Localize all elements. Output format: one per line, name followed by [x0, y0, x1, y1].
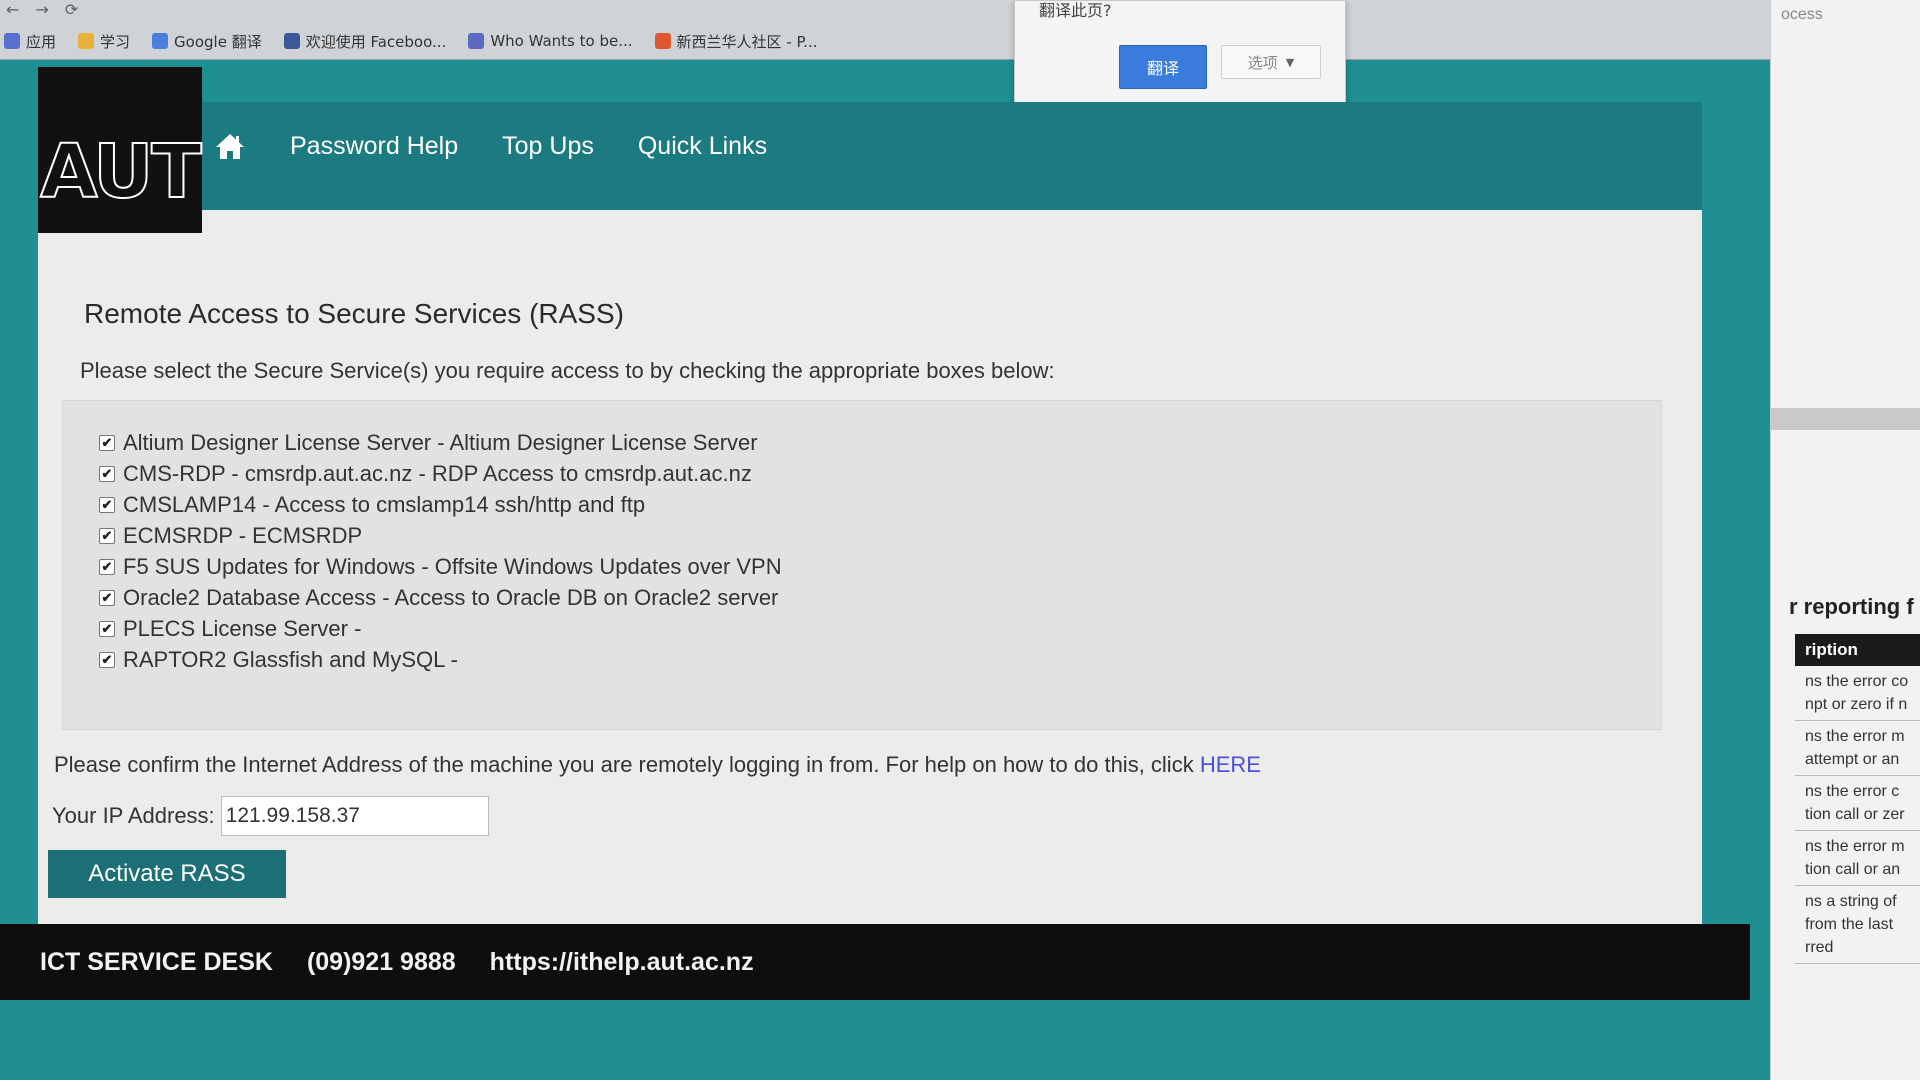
service-item: ✔ PLECS License Server - [99, 613, 782, 644]
side-top-text: ocess [1781, 6, 1823, 23]
service-checkbox[interactable]: ✔ [99, 620, 115, 637]
footer-service-desk: ICT SERVICE DESK [40, 947, 273, 976]
service-label: PLECS License Server - [123, 615, 362, 641]
service-label: F5 SUS Updates for Windows - Offsite Win… [123, 553, 782, 579]
translate-question: 翻译此页? [1039, 1, 1112, 20]
side-row-line: npt or zero if n [1805, 696, 1908, 713]
footer-url[interactable]: https://ithelp.aut.ac.nz [490, 948, 754, 977]
activate-rass-button[interactable]: Activate RASS [48, 850, 286, 898]
bookmark-label: 新西兰华人社区 - P... [676, 32, 818, 51]
confirm-text-body: Please confirm the Internet Address of t… [54, 752, 1200, 777]
side-row-line: tion call or zer [1805, 806, 1905, 823]
service-label: ECMSRDP - ECMSRDP [123, 522, 363, 548]
page-title: Remote Access to Secure Services (RASS) [84, 298, 624, 329]
service-item: ✔ CMSLAMP14 - Access to cmslamp14 ssh/htt… [99, 489, 782, 520]
browser-chrome: ← → ⟳ 应用 学习 Google 翻译 欢迎使用 Faceboo... Who Wa… [0, 0, 1770, 60]
folder-icon [78, 33, 95, 49]
nav-password-help[interactable]: Password Help [290, 132, 458, 161]
service-item: ✔ Oracle2 Database Access - Access to Ora… [99, 582, 782, 613]
nav-top-ups[interactable]: Top Ups [502, 132, 594, 161]
service-checkbox[interactable]: ✔ [99, 465, 115, 482]
service-checkbox[interactable]: ✔ [99, 496, 115, 513]
side-row-line: ns the error m [1805, 838, 1905, 855]
help-here-link[interactable]: HERE [1200, 752, 1261, 777]
community-icon [654, 33, 671, 49]
page-icon [468, 33, 485, 49]
side-table-row: ns the error co npt or zero if n [1795, 666, 1920, 721]
instruction-text: Please select the Secure Service(s) you … [80, 358, 1055, 383]
service-checkbox[interactable]: ✔ [99, 558, 115, 575]
bookmark-item[interactable]: Who Wants to be... [468, 32, 633, 50]
service-item: ✔ Altium Designer License Server - Altium… [99, 427, 782, 458]
ip-address-label: Your IP Address: [52, 803, 215, 828]
side-table: ns the error co npt or zero if n ns the er… [1795, 666, 1920, 964]
bookmark-label: Google 翻译 [174, 32, 262, 51]
side-table-row: ns the error m tion call or an [1795, 831, 1920, 886]
side-column-header: ription [1795, 634, 1920, 666]
side-row-line: ns the error m [1805, 728, 1905, 745]
side-row-line: ns the error co [1805, 673, 1909, 690]
nav-quick-links[interactable]: Quick Links [638, 132, 767, 161]
browser-nav: ← → ⟳ [6, 0, 78, 19]
service-item: ✔ F5 SUS Updates for Windows - Offsite Wi… [99, 551, 782, 582]
background-document-panel: ocess r reporting f ription ns the error… [1770, 0, 1920, 1080]
bookmark-label: 学习 [100, 32, 131, 51]
logo-text: AUT [39, 128, 203, 216]
service-label: Altium Designer License Server - Altium … [123, 429, 758, 455]
site-footer: ICT SERVICE DESK (09)921 9888 https://it… [0, 924, 1750, 1000]
bookmark-item[interactable]: 新西兰华人社区 - P... [654, 31, 818, 52]
side-divider-band [1771, 408, 1920, 430]
reload-icon[interactable]: ⟳ [65, 0, 78, 19]
aut-logo[interactable]: AUT [38, 67, 203, 233]
service-label: CMS-RDP - cmsrdp.aut.ac.nz - RDP Access … [123, 460, 752, 486]
bookmark-item[interactable]: Google 翻译 [152, 31, 262, 52]
service-item: ✔ CMS-RDP - cmsrdp.aut.ac.nz - RDP Access… [99, 458, 782, 489]
service-list: ✔ Altium Designer License Server - Altium… [99, 427, 782, 675]
side-table-row: ns the error m attempt or an [1795, 721, 1920, 776]
service-checkbox[interactable]: ✔ [99, 589, 115, 606]
service-label: Oracle2 Database Access - Access to Orac… [123, 584, 779, 610]
service-label: RAPTOR2 Glassfish and MySQL - [123, 646, 458, 672]
apps-grid-icon [4, 33, 20, 49]
service-checkbox[interactable]: ✔ [99, 434, 115, 451]
side-row-line: tion call or an [1805, 861, 1901, 878]
service-checkbox[interactable]: ✔ [99, 527, 115, 544]
service-item: ✔ ECMSRDP - ECMSRDP [99, 520, 782, 551]
service-checkbox[interactable]: ✔ [99, 651, 115, 668]
side-row-line: from the last [1805, 916, 1894, 933]
service-label: CMSLAMP14 - Access to cmslamp14 ssh/http… [123, 491, 646, 517]
service-item: ✔ RAPTOR2 Glassfish and MySQL - [99, 644, 782, 675]
bookmarks-bar: 应用 学习 Google 翻译 欢迎使用 Faceboo... Who Wants to… [0, 26, 817, 56]
ip-address-input[interactable] [220, 796, 489, 836]
side-table-row: ns a string of from the last rred [1795, 886, 1920, 964]
bookmark-item[interactable]: 应用 [4, 31, 56, 52]
bookmark-item[interactable]: 欢迎使用 Faceboo... [283, 31, 447, 52]
side-row-line: attempt or an [1805, 751, 1900, 768]
footer-phone: (09)921 9888 [306, 947, 456, 976]
forward-icon[interactable]: → [35, 0, 48, 19]
main-nav: Password Help Top Ups Quick Links [214, 124, 767, 168]
side-heading: r reporting f [1789, 594, 1914, 619]
side-row-line: ns a string of [1805, 893, 1897, 910]
bookmark-label: 应用 [26, 32, 57, 51]
aut-page: AUT Password Help Top Ups Quick Links Re… [0, 62, 1750, 1080]
bookmark-label: Who Wants to be... [490, 32, 633, 50]
home-icon[interactable] [214, 131, 246, 161]
confirm-text: Please confirm the Internet Address of t… [54, 752, 1261, 778]
bookmark-label: 欢迎使用 Faceboo... [305, 32, 447, 51]
facebook-icon [283, 33, 300, 49]
bookmark-item[interactable]: 学习 [78, 31, 130, 52]
side-table-row: ns the error c tion call or zer [1795, 776, 1920, 831]
side-row-line: ns the error c [1805, 783, 1900, 800]
back-icon[interactable]: ← [6, 0, 19, 19]
side-row-line: rred [1805, 939, 1834, 956]
services-box: ✔ Altium Designer License Server - Altium… [62, 400, 1662, 730]
main-content: Remote Access to Secure Services (RASS) … [38, 210, 1702, 924]
ip-row: Your IP Address: [52, 796, 489, 836]
google-translate-icon [152, 33, 169, 49]
